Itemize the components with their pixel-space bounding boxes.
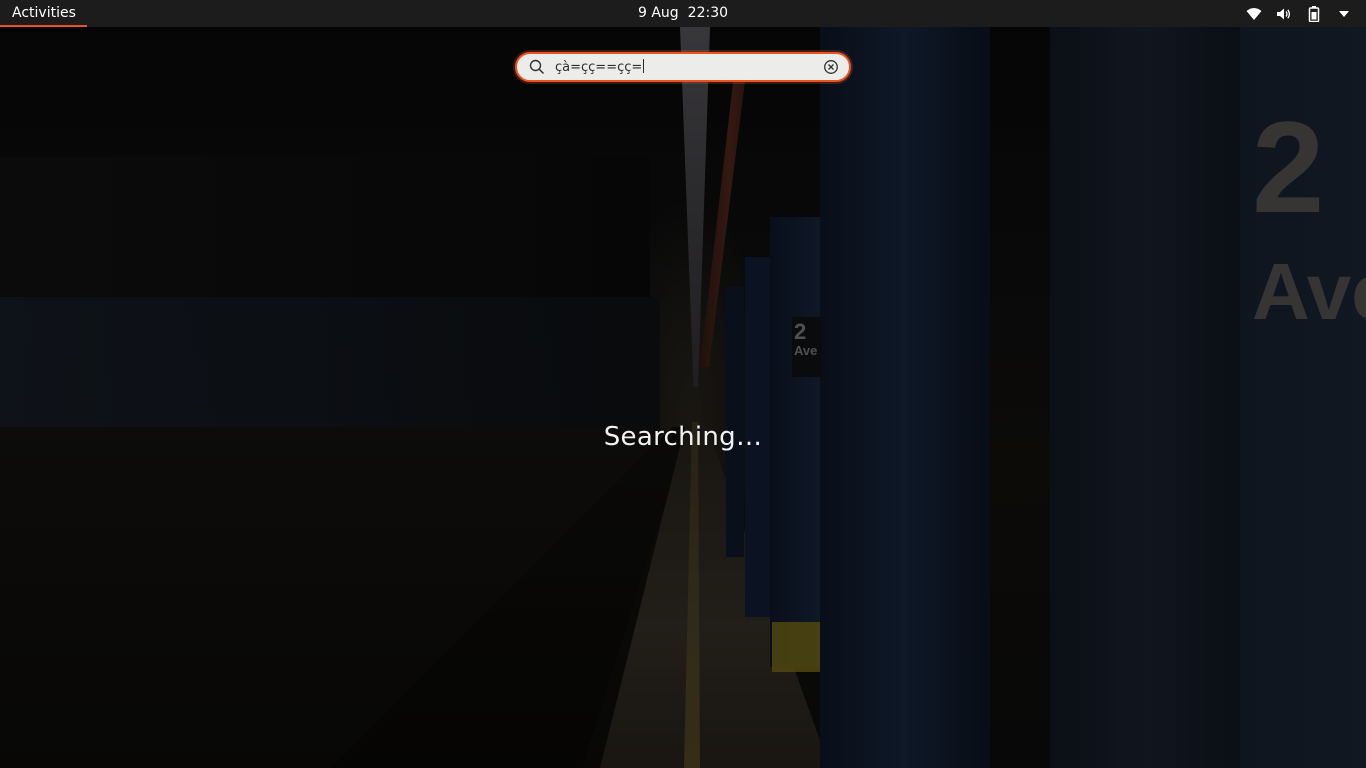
- clock-time: 22:30: [687, 5, 729, 21]
- system-menu-arrow-icon[interactable]: [1336, 6, 1352, 22]
- search-status-text: Searching…: [603, 422, 763, 452]
- overview-dim-overlay: [0, 27, 1366, 768]
- battery-icon[interactable]: [1306, 6, 1322, 22]
- search-input-value: çà=çç==çç=: [555, 60, 643, 75]
- text-cursor: [643, 59, 645, 73]
- clear-icon[interactable]: [823, 59, 839, 75]
- clock-date: 9 Aug: [637, 5, 679, 21]
- activities-active-indicator: [0, 25, 87, 27]
- clock-button[interactable]: 9 Aug 22:30: [0, 5, 1366, 21]
- system-status-area[interactable]: [1246, 5, 1352, 23]
- top-bar: Activities 9 Aug 22:30: [0, 0, 1366, 27]
- search-input[interactable]: çà=çç==çç=: [555, 59, 645, 75]
- search-icon: [529, 59, 545, 75]
- wifi-icon[interactable]: [1246, 6, 1262, 22]
- desktop-wallpaper: 2 Ave 2 Ave: [0, 27, 1366, 768]
- volume-icon[interactable]: [1276, 6, 1292, 22]
- overview-search-field[interactable]: çà=çç==çç=: [515, 52, 851, 82]
